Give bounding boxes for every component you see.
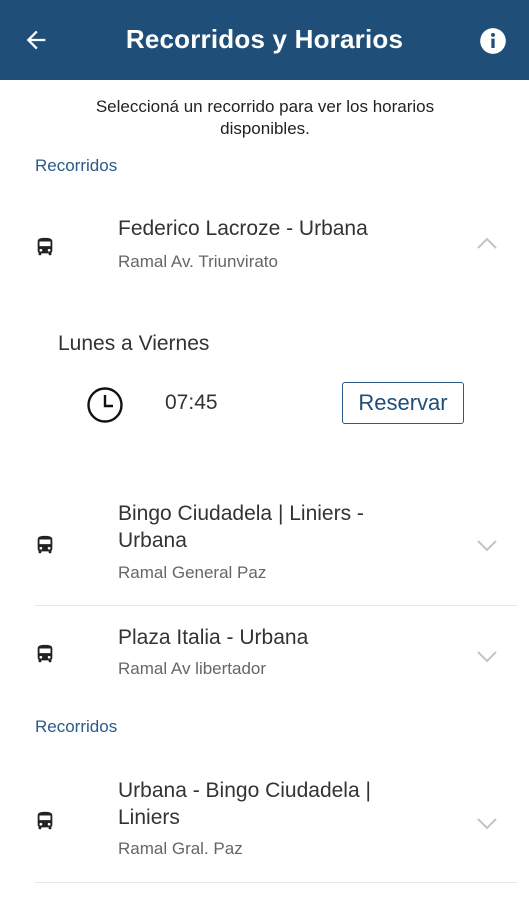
- route-item-bingo-ciudadela[interactable]: Bingo Ciudadela | Liniers - Urbana Ramal…: [0, 498, 529, 598]
- route-name: Plaza Italia - Urbana: [118, 626, 309, 649]
- schedule-day-label: Lunes a Viernes: [58, 332, 210, 355]
- route-name-line-2: Liniers: [118, 806, 180, 829]
- chevron-down-icon[interactable]: [476, 650, 498, 664]
- chevron-down-icon[interactable]: [476, 817, 498, 831]
- route-item-plaza-italia[interactable]: Plaza Italia - Urbana Ramal Av libertado…: [0, 620, 529, 690]
- intro-line-2: disponibles.: [220, 119, 310, 138]
- app-header: Recorridos y Horarios: [0, 0, 529, 80]
- chevron-down-icon[interactable]: [476, 539, 498, 553]
- route-name-line-2: Urbana: [118, 529, 187, 552]
- bus-icon: [37, 535, 53, 554]
- bus-icon: [37, 237, 53, 256]
- info-icon[interactable]: [479, 27, 507, 55]
- page-title: Recorridos y Horarios: [125, 24, 404, 54]
- route-branch: Ramal Av. Triunvirato: [118, 252, 278, 271]
- bus-icon: [37, 811, 53, 830]
- divider: [35, 882, 517, 883]
- section-label-recorridos: Recorridos: [35, 717, 118, 736]
- bus-icon: [37, 644, 53, 663]
- schedule-time: 07:45: [165, 391, 218, 414]
- route-name-line-1: Bingo Ciudadela | Liniers -: [118, 502, 364, 525]
- divider: [35, 605, 517, 606]
- route-name-line-1: Urbana - Bingo Ciudadela |: [118, 779, 371, 802]
- route-branch: Ramal Gral. Paz: [118, 839, 243, 858]
- clock-icon: [87, 387, 123, 423]
- route-item-urbana-bingo[interactable]: Urbana - Bingo Ciudadela | Liniers Ramal…: [0, 775, 529, 875]
- route-name: Federico Lacroze - Urbana: [118, 217, 368, 240]
- route-branch: Ramal Av libertador: [118, 659, 267, 678]
- intro-line-1: Seleccioná un recorrido para ver los hor…: [95, 97, 435, 116]
- chevron-up-icon[interactable]: [476, 236, 498, 250]
- intro-text: Seleccioná un recorrido para ver los hor…: [40, 96, 490, 140]
- reserve-button[interactable]: Reservar: [342, 382, 464, 424]
- route-branch: Ramal General Paz: [118, 563, 267, 582]
- route-item-federico-lacroze[interactable]: Federico Lacroze - Urbana Ramal Av. Triu…: [0, 205, 529, 295]
- section-label-recorridos: Recorridos: [35, 156, 118, 175]
